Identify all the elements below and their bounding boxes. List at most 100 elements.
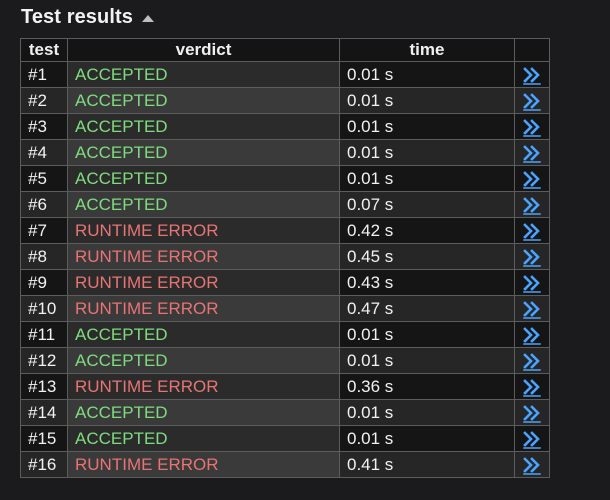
test-details-cell [514, 269, 550, 296]
test-number: #9 [20, 269, 68, 296]
test-time: 0.01 s [339, 113, 515, 140]
test-details-cell [514, 61, 550, 88]
test-time: 0.01 s [339, 321, 515, 348]
verdict-accepted: ACCEPTED [67, 113, 340, 140]
double-chevron-right-icon [523, 352, 541, 371]
test-details-cell [514, 451, 550, 478]
test-number: #1 [20, 61, 68, 88]
test-time: 0.01 s [339, 61, 515, 88]
test-number: #5 [20, 165, 68, 192]
double-chevron-right-icon [523, 66, 541, 85]
double-chevron-right-icon [523, 430, 541, 449]
test-time: 0.36 s [339, 373, 515, 400]
test-results-body: #1 ACCEPTED 0.01 s #2 ACCEPTED 0.01 s #3 ACCEPT… [20, 61, 550, 478]
test-time: 0.43 s [339, 269, 515, 296]
test-details-link[interactable] [522, 143, 542, 163]
test-time: 0.01 s [339, 139, 515, 166]
double-chevron-right-icon [523, 456, 541, 475]
test-details-link[interactable] [522, 273, 542, 293]
table-row: #3 ACCEPTED 0.01 s [20, 113, 550, 140]
test-time: 0.01 s [339, 87, 515, 114]
verdict-runtime-error: RUNTIME ERROR [67, 243, 340, 270]
double-chevron-right-icon [523, 196, 541, 215]
test-number: #12 [20, 347, 68, 374]
test-details-cell [514, 139, 550, 166]
table-row: #13 RUNTIME ERROR 0.36 s [20, 373, 550, 400]
test-number: #8 [20, 243, 68, 270]
column-header-link [514, 38, 550, 62]
test-details-link[interactable] [522, 455, 542, 475]
collapse-caret-icon[interactable] [141, 14, 154, 22]
column-header-test: test [20, 38, 68, 62]
table-row: #10 RUNTIME ERROR 0.47 s [20, 295, 550, 322]
double-chevron-right-icon [523, 378, 541, 397]
test-time: 0.42 s [339, 217, 515, 244]
test-details-link[interactable] [522, 351, 542, 371]
double-chevron-right-icon [523, 274, 541, 293]
table-row: #11 ACCEPTED 0.01 s [20, 321, 550, 348]
test-results-header[interactable]: Test results [21, 4, 154, 30]
verdict-accepted: ACCEPTED [67, 347, 340, 374]
test-number: #3 [20, 113, 68, 140]
verdict-accepted: ACCEPTED [67, 191, 340, 218]
test-details-link[interactable] [522, 65, 542, 85]
test-details-link[interactable] [522, 195, 542, 215]
test-details-link[interactable] [522, 299, 542, 319]
test-details-link[interactable] [522, 325, 542, 345]
test-details-link[interactable] [522, 429, 542, 449]
table-row: #5 ACCEPTED 0.01 s [20, 165, 550, 192]
test-details-link[interactable] [522, 377, 542, 397]
test-time: 0.07 s [339, 191, 515, 218]
test-number: #15 [20, 425, 68, 452]
test-details-link[interactable] [522, 169, 542, 189]
verdict-accepted: ACCEPTED [67, 87, 340, 114]
table-row: #2 ACCEPTED 0.01 s [20, 87, 550, 114]
verdict-runtime-error: RUNTIME ERROR [67, 373, 340, 400]
verdict-accepted: ACCEPTED [67, 165, 340, 192]
verdict-runtime-error: RUNTIME ERROR [67, 451, 340, 478]
test-time: 0.41 s [339, 451, 515, 478]
test-time: 0.01 s [339, 399, 515, 426]
test-details-cell [514, 321, 550, 348]
test-details-cell [514, 165, 550, 192]
test-time: 0.01 s [339, 165, 515, 192]
table-row: #14 ACCEPTED 0.01 s [20, 399, 550, 426]
double-chevron-right-icon [523, 404, 541, 423]
verdict-runtime-error: RUNTIME ERROR [67, 217, 340, 244]
test-details-cell [514, 243, 550, 270]
test-time: 0.01 s [339, 425, 515, 452]
test-number: #2 [20, 87, 68, 114]
test-number: #16 [20, 451, 68, 478]
table-row: #16 RUNTIME ERROR 0.41 s [20, 451, 550, 478]
test-number: #7 [20, 217, 68, 244]
test-time: 0.01 s [339, 347, 515, 374]
test-details-cell [514, 347, 550, 374]
table-row: #12 ACCEPTED 0.01 s [20, 347, 550, 374]
test-number: #6 [20, 191, 68, 218]
test-details-cell [514, 399, 550, 426]
double-chevron-right-icon [523, 92, 541, 111]
verdict-accepted: ACCEPTED [67, 61, 340, 88]
section-title: Test results [21, 5, 133, 28]
test-details-link[interactable] [522, 247, 542, 267]
test-details-cell [514, 87, 550, 114]
verdict-accepted: ACCEPTED [67, 399, 340, 426]
test-details-link[interactable] [522, 403, 542, 423]
table-row: #7 RUNTIME ERROR 0.42 s [20, 217, 550, 244]
test-time: 0.47 s [339, 295, 515, 322]
test-number: #4 [20, 139, 68, 166]
double-chevron-right-icon [523, 170, 541, 189]
test-details-cell [514, 295, 550, 322]
test-details-cell [514, 425, 550, 452]
table-row: #1 ACCEPTED 0.01 s [20, 61, 550, 88]
test-details-link[interactable] [522, 117, 542, 137]
test-details-link[interactable] [522, 91, 542, 111]
table-row: #4 ACCEPTED 0.01 s [20, 139, 550, 166]
test-time: 0.45 s [339, 243, 515, 270]
column-header-time: time [339, 38, 515, 62]
verdict-accepted: ACCEPTED [67, 321, 340, 348]
test-details-cell [514, 217, 550, 244]
table-header-row: test verdict time [20, 38, 550, 62]
test-details-link[interactable] [522, 221, 542, 241]
table-row: #15 ACCEPTED 0.01 s [20, 425, 550, 452]
